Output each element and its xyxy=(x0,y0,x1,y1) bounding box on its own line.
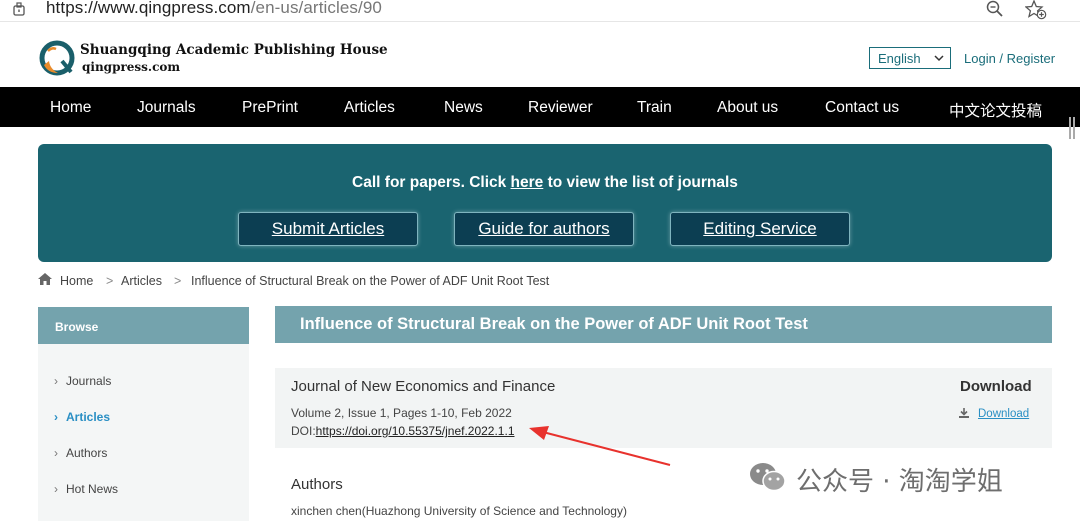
chevron-right-icon: › xyxy=(54,446,58,460)
banner-here-link[interactable]: here xyxy=(511,174,544,191)
sidebar-item-authors[interactable]: › Authors xyxy=(54,446,107,460)
nav-item-journals[interactable]: Journals xyxy=(137,99,196,117)
chevron-right-icon: › xyxy=(54,410,58,424)
watermark-text: 公众号 · 淘淘学姐 xyxy=(796,467,1003,497)
browse-sidebar: Browse › Journals › Articles › Authors › Hot… xyxy=(38,307,249,521)
breadcrumb-current: Influence of Structural Break on the Pow… xyxy=(191,274,550,288)
browser-address-bar: https://www.qingpress.com/en-us/articles… xyxy=(0,0,1080,22)
url-prefix: https://www. xyxy=(46,0,139,17)
zoom-icon[interactable] xyxy=(985,0,1005,18)
editing-service-button[interactable]: Editing Service xyxy=(670,212,850,246)
logo-subtitle[interactable]: qingpress.com xyxy=(82,60,180,74)
sidebar-title: Browse xyxy=(38,307,249,344)
download-link-label: Download xyxy=(978,408,1030,420)
chevron-down-icon xyxy=(934,55,944,62)
chevron-right-icon: › xyxy=(54,374,58,388)
author-entry[interactable]: xinchen chen(Huazhong University of Scie… xyxy=(291,504,627,518)
guide-for-authors-button[interactable]: Guide for authors xyxy=(454,212,634,246)
download-icon xyxy=(959,408,969,418)
doi-label: DOI: xyxy=(291,424,316,438)
download-link[interactable]: Download xyxy=(959,408,1030,420)
site-logo-icon[interactable] xyxy=(38,39,76,77)
nav-item-articles[interactable]: Articles xyxy=(344,99,395,117)
wechat-icon xyxy=(750,463,786,492)
banner-text: Call for papers. Click here to view the … xyxy=(38,174,1052,192)
add-favorite-icon[interactable] xyxy=(1025,0,1047,20)
language-value: English xyxy=(878,51,921,66)
sidebar-item-label: Journals xyxy=(66,374,112,388)
breadcrumb-articles[interactable]: Articles xyxy=(121,274,162,288)
banner-text-after: to view the list of journals xyxy=(543,174,738,191)
nav-item-train[interactable]: Train xyxy=(637,99,672,117)
logo-title[interactable]: Shuangqing Academic Publishing House xyxy=(80,42,388,58)
annotation-arrow xyxy=(529,426,671,466)
download-heading: Download xyxy=(960,378,1032,395)
nav-item-news[interactable]: News xyxy=(444,99,483,117)
main-nav: Home Journals PrePrint Articles News Rev… xyxy=(0,87,1080,127)
home-icon[interactable] xyxy=(38,273,52,285)
nav-item-home[interactable]: Home xyxy=(50,99,91,117)
sidebar-item-label: Authors xyxy=(66,446,108,460)
submit-articles-button[interactable]: Submit Articles xyxy=(238,212,418,246)
doi-link[interactable]: https://doi.org/10.55375/jnef.2022.1.1 xyxy=(316,424,515,438)
breadcrumb-home[interactable]: Home xyxy=(60,274,93,288)
url-text[interactable]: https://www.qingpress.com/en-us/articles… xyxy=(46,0,382,18)
sidebar-item-journals[interactable]: › Journals xyxy=(54,374,111,388)
login-register-link[interactable]: Login / Register xyxy=(964,51,1055,66)
chevron-right-icon: › xyxy=(54,482,58,496)
sidebar-item-label: Articles xyxy=(66,410,111,424)
doi-line: DOI:https://doi.org/10.55375/jnef.2022.1… xyxy=(291,424,515,438)
site-info-icon[interactable] xyxy=(12,2,26,16)
sidebar-item-articles[interactable]: › Articles xyxy=(54,410,110,424)
url-host: qingpress.com xyxy=(138,0,251,17)
scrollbar-handle[interactable] xyxy=(1069,117,1075,139)
sidebar-item-hot-news[interactable]: › Hot News xyxy=(54,482,118,496)
language-select[interactable]: English xyxy=(869,47,951,69)
sidebar-item-label: Hot News xyxy=(66,482,119,496)
nav-item-contact[interactable]: Contact us xyxy=(825,99,899,117)
breadcrumb-separator: > xyxy=(106,274,114,288)
authors-heading: Authors xyxy=(291,476,343,493)
breadcrumb-separator: > xyxy=(174,274,182,288)
nav-item-preprint[interactable]: PrePrint xyxy=(242,99,298,117)
nav-item-reviewer[interactable]: Reviewer xyxy=(528,99,593,117)
url-path: /en-us/articles/90 xyxy=(250,0,382,17)
article-title: Influence of Structural Break on the Pow… xyxy=(275,306,1052,343)
site-header: Shuangqing Academic Publishing House qin… xyxy=(0,22,1080,87)
volume-info: Volume 2, Issue 1, Pages 1-10, Feb 2022 xyxy=(291,406,512,420)
call-for-papers-banner: Call for papers. Click here to view the … xyxy=(38,144,1052,262)
nav-item-about[interactable]: About us xyxy=(717,99,778,117)
journal-name[interactable]: Journal of New Economics and Finance xyxy=(291,378,555,395)
banner-text-before: Call for papers. Click xyxy=(352,174,511,191)
nav-item-chinese-submission[interactable]: 中文论文投稿 xyxy=(949,99,1042,121)
